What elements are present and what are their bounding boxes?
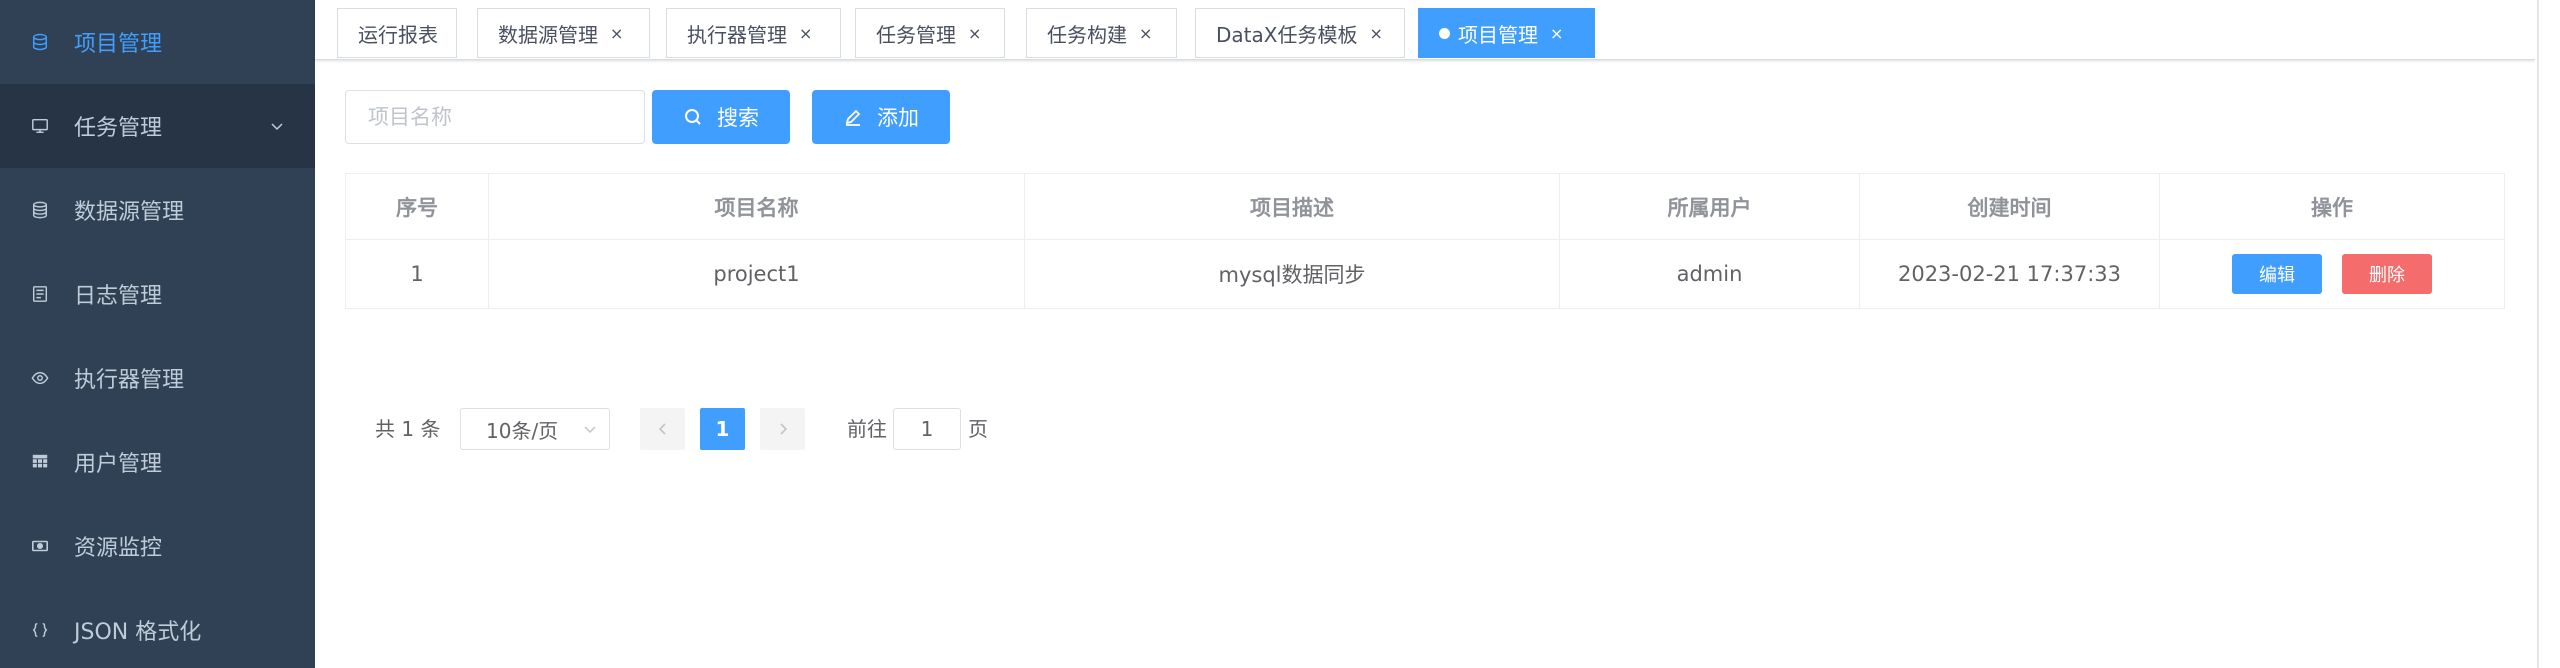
close-icon[interactable]: × [968, 24, 981, 43]
tab-label: 执行器管理 [687, 22, 787, 47]
header-cell: 序号 [346, 174, 489, 239]
header-cell: 项目描述 [1025, 174, 1560, 239]
tab-label: 数据源管理 [498, 22, 598, 47]
braces-icon [30, 620, 50, 640]
sidebar-item-json-format[interactable]: JSON 格式化 [0, 588, 315, 668]
tab-label: 运行报表 [358, 22, 438, 47]
tab-run-report[interactable]: 运行报表 [337, 8, 457, 58]
sidebar-item-label: 用户管理 [74, 452, 163, 477]
close-icon[interactable]: × [610, 24, 623, 43]
tab-label: DataX任务模板 [1216, 22, 1358, 47]
sidebar-item-task-management[interactable]: 任务管理 [0, 84, 315, 168]
page-number-current[interactable]: 1 [700, 408, 745, 450]
chevron-left-icon [658, 423, 666, 435]
header-cell: 操作 [2311, 195, 2353, 220]
tab-task-build[interactable]: 任务构建 × [1026, 8, 1177, 58]
cell-user: admin [1560, 240, 1860, 308]
page-size-value: 10条/页 [486, 418, 559, 443]
sidebar: 项目管理 任务管理 数据源管理 日志管理 执行器管理 用户管理 资源监控 JSO… [0, 0, 315, 668]
active-dot-icon [1439, 27, 1450, 39]
sidebar-item-datasource-management[interactable]: 数据源管理 [0, 168, 315, 252]
sidebar-item-label: 日志管理 [74, 284, 163, 309]
database-icon [30, 32, 50, 52]
scrollbar-divider [2537, 0, 2539, 668]
project-name-input[interactable] [345, 90, 645, 144]
tab-executor-management[interactable]: 执行器管理 × [666, 8, 841, 58]
header-cell: 创建时间 [1860, 174, 2160, 239]
sidebar-item-label: JSON 格式化 [74, 620, 202, 645]
page-size-select[interactable]: 10条/页 [460, 408, 610, 450]
add-button-label: 添加 [877, 106, 919, 130]
monitor-icon [30, 116, 50, 136]
eye-icon [30, 368, 50, 388]
header-cell: 所属用户 [1560, 174, 1860, 239]
chevron-down-icon [271, 123, 283, 131]
sidebar-item-label: 任务管理 [74, 116, 163, 141]
main-content: 运行报表 数据源管理 × 执行器管理 × 任务管理 × 任务构建 × DataX… [315, 0, 2535, 668]
add-button[interactable]: 添加 [812, 90, 950, 144]
cell-created-time: 2023-02-21 17:37:33 [1860, 240, 2160, 308]
app-root: 项目管理 任务管理 数据源管理 日志管理 执行器管理 用户管理 资源监控 JSO… [0, 0, 2560, 668]
project-table: 序号 项目名称 项目描述 所属用户 创建时间 操作 1 project1 mys… [345, 173, 2505, 309]
tab-label: 任务管理 [876, 22, 956, 47]
goto-suffix: 页 [968, 417, 988, 441]
close-icon[interactable]: × [1550, 24, 1563, 43]
tags-view-bar: 运行报表 数据源管理 × 执行器管理 × 任务管理 × 任务构建 × DataX… [315, 0, 2535, 60]
sidebar-item-user-management[interactable]: 用户管理 [0, 420, 315, 504]
cell-project-name: project1 [489, 240, 1025, 308]
search-button-label: 搜索 [717, 106, 759, 130]
cell-actions: 编辑 删除 [2160, 240, 2504, 308]
sidebar-item-executor-management[interactable]: 执行器管理 [0, 336, 315, 420]
table-row: 1 project1 mysql数据同步 admin 2023-02-21 17… [346, 240, 2504, 308]
database-stack-icon [30, 200, 50, 220]
close-icon[interactable]: × [1369, 24, 1382, 43]
close-icon[interactable]: × [1139, 24, 1152, 43]
chevron-down-icon [584, 426, 596, 434]
sidebar-item-label: 数据源管理 [74, 200, 185, 225]
chevron-right-icon [779, 423, 787, 435]
goto-page-input[interactable] [893, 408, 961, 450]
delete-button[interactable]: 删除 [2342, 254, 2432, 294]
tab-datax-template[interactable]: DataX任务模板 × [1195, 8, 1405, 58]
next-page-button[interactable] [760, 408, 805, 450]
search-icon [685, 109, 701, 125]
sidebar-item-label: 项目管理 [74, 32, 163, 57]
tab-datasource-management[interactable]: 数据源管理 × [477, 8, 650, 58]
grid-icon [30, 452, 50, 472]
edit-icon [845, 109, 861, 126]
search-button[interactable]: 搜索 [652, 90, 790, 144]
edit-button[interactable]: 编辑 [2232, 254, 2322, 294]
prev-page-button[interactable] [640, 408, 685, 450]
sidebar-item-log-management[interactable]: 日志管理 [0, 252, 315, 336]
tab-label: 任务构建 [1047, 22, 1127, 47]
header-cell: 项目名称 [489, 174, 1025, 239]
cell-index: 1 [346, 240, 489, 308]
cell-project-desc: mysql数据同步 [1025, 240, 1560, 308]
document-icon [30, 284, 50, 304]
pagination-total: 共 1 条 [375, 417, 441, 441]
table-header: 序号 项目名称 项目描述 所属用户 创建时间 操作 [346, 174, 2504, 240]
close-icon[interactable]: × [799, 24, 812, 43]
sidebar-item-label: 资源监控 [74, 536, 163, 561]
money-icon [30, 536, 50, 556]
sidebar-item-resource-monitor[interactable]: 资源监控 [0, 504, 315, 588]
sidebar-item-project-management[interactable]: 项目管理 [0, 0, 315, 84]
goto-label: 前往 [847, 417, 887, 441]
tab-label: 项目管理 [1458, 22, 1538, 47]
sidebar-item-label: 执行器管理 [74, 368, 185, 393]
tab-project-management[interactable]: 项目管理 × [1418, 8, 1595, 58]
tab-task-management[interactable]: 任务管理 × [855, 8, 1005, 58]
